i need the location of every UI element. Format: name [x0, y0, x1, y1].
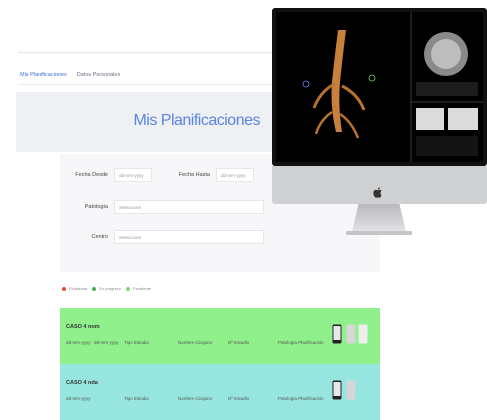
card-cell-surgeon: Nombre Cirujano — [178, 340, 213, 345]
legend-label-finalizada: Finalizada — [69, 286, 88, 291]
apple-logo-icon — [373, 187, 382, 198]
centro-row: Centro Seleccione — [60, 230, 264, 244]
fecha-desde-label: Fecha Desde — [75, 172, 108, 178]
centro-label: Centro — [91, 234, 108, 240]
tab-datos-personales[interactable]: Datos Personales — [77, 72, 120, 78]
medical-viewer-display — [276, 12, 483, 162]
card-cell-study-number: Nº Estudio — [228, 340, 250, 345]
imac-screen — [272, 8, 487, 166]
card-cell-study-type: Tipo Estudio — [124, 340, 149, 345]
centro-select[interactable]: Seleccione — [114, 230, 264, 244]
phone-device-icon — [332, 324, 342, 344]
legend-dot-pendiente — [126, 286, 131, 291]
phone-device-icon — [358, 324, 368, 344]
fecha-hasta-input[interactable]: dd-mm-yyyy — [216, 168, 254, 182]
patologia-row: Patología Seleccione — [60, 200, 264, 214]
legend-label-pendiente: Pendiente — [133, 286, 152, 291]
imac-foot — [346, 231, 412, 235]
card-cell-study-number: Nº Estudio — [228, 396, 250, 401]
imac-mockup — [272, 8, 487, 248]
tab-bar: Mis Planificaciones Datos Personales — [20, 72, 120, 78]
phone-device-icon — [346, 324, 356, 344]
planning-card[interactable]: CASO 4 nom dd-mm-yyyy dd-mm-yyyy Tipo Es… — [60, 308, 380, 364]
page-title: Mis Planificaciones — [133, 112, 260, 129]
ct-scan-thumbnail — [276, 12, 483, 162]
card-cell-surgeon: Nombre Cirujano — [178, 396, 213, 401]
card-cell-pathology: Patología Planificación — [278, 340, 324, 345]
card-name: CASO 4 nda — [66, 380, 98, 386]
card-cell-date: dd-mm-yyyy — [66, 340, 91, 345]
phone-device-icon — [346, 380, 356, 400]
legend-label-en-progreso: En progreso — [99, 286, 122, 291]
patologia-label: Patología — [84, 204, 108, 210]
header-divider — [18, 52, 280, 53]
card-name: CASO 4 nom — [66, 324, 100, 330]
imac-stand — [352, 204, 406, 232]
tab-divider — [18, 84, 280, 85]
card-cell-pathology: Patología Planificación — [278, 396, 324, 401]
fecha-desde-input[interactable]: dd-mm-yyyy — [114, 168, 152, 182]
legend-dot-en-progreso — [92, 286, 97, 291]
tab-mis-planificaciones[interactable]: Mis Planificaciones — [20, 72, 67, 78]
status-legend: Finalizada En progreso Pendiente — [62, 286, 151, 291]
fecha-hasta-label: Fecha Hasta — [178, 172, 210, 178]
fecha-desde-row: Fecha Desde dd-mm-yyyy — [60, 168, 152, 182]
patologia-select[interactable]: Seleccione — [114, 200, 264, 214]
card-cell-date: dd-mm-yyyy — [66, 396, 91, 401]
card-cell-study-type: Tipo Estudio — [124, 396, 149, 401]
card-cell-date: dd-mm-yyyy — [94, 340, 119, 345]
title-banner: Mis Planificaciones — [16, 92, 280, 152]
legend-dot-finalizada — [62, 286, 66, 291]
phone-device-icon — [332, 380, 342, 400]
fecha-hasta-row: Fecha Hasta dd-mm-yyyy — [162, 168, 254, 182]
